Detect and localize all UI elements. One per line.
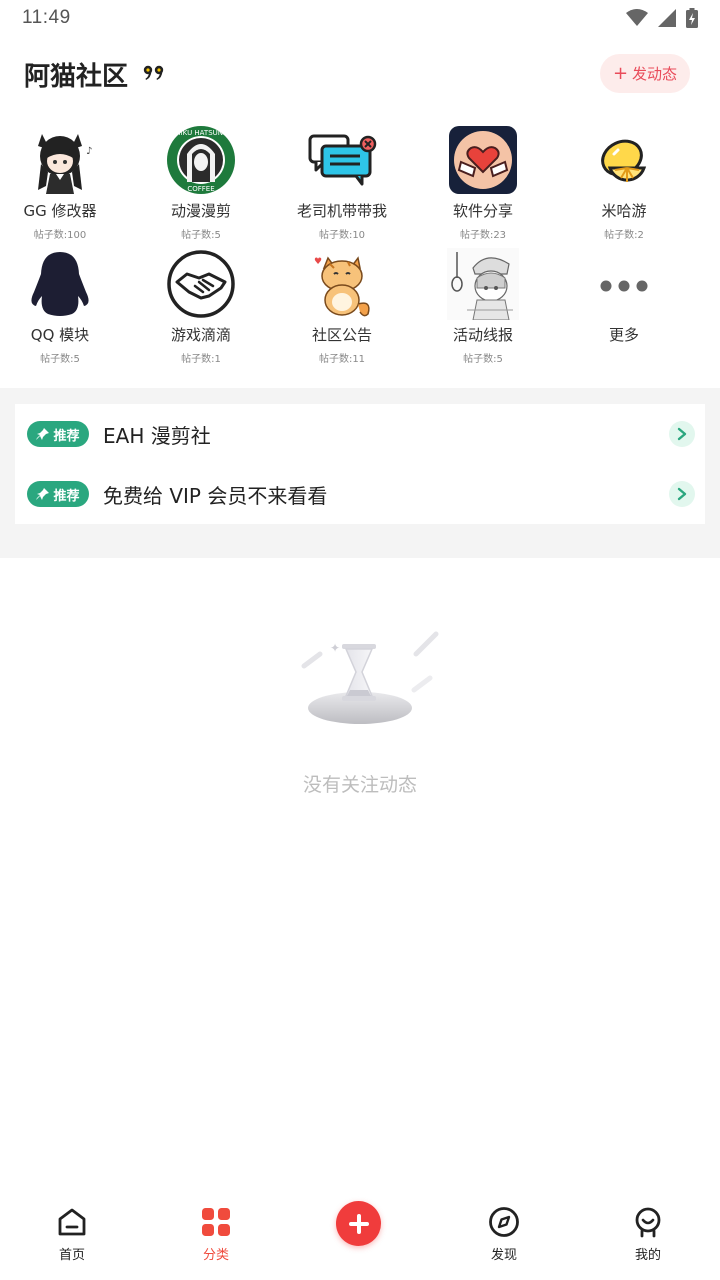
nav-profile[interactable]: 我的 [603,1206,693,1263]
category-name: QQ 模块 [30,326,90,344]
wifi-icon [626,9,648,26]
plus-icon [348,1213,369,1234]
compass-icon [489,1207,519,1237]
category-name: 米哈游 [601,202,647,220]
svg-text:♥: ♥ [314,257,322,267]
category-old-driver[interactable]: 老司机带带我 帖子数:10 [277,120,407,241]
penguin-icon [24,248,96,320]
status-time: 11:49 [22,7,71,28]
lemon-slice-icon [588,124,660,196]
category-announcements[interactable]: ♥ 社区公告 帖子数:11 [277,244,407,365]
category-post-count: 帖子数:100 [33,230,87,241]
category-post-count: 帖子数:23 [459,230,507,241]
nav-label: 分类 [202,1248,229,1263]
recommend-badge: 推荐 [27,481,89,507]
recommend-badge-label: 推荐 [53,488,80,504]
recommendation-title: 免费给 VIP 会员不来看看 [103,483,328,508]
category-post-count: 帖子数:2 [604,230,644,241]
handshake-icon [165,248,237,320]
quote-icon [143,65,164,80]
category-post-count: 帖子数:11 [318,354,366,365]
chevron-right-icon[interactable] [669,421,695,447]
category-post-count: 帖子数:5 [181,230,221,241]
category-post-count: 帖子数:1 [181,354,221,365]
page-title: 阿猫社区 [24,62,129,92]
category-post-count: 帖子数:5 [40,354,80,365]
category-post-count: 帖子数:10 [318,230,366,241]
svg-text:MIKU HATSUNE: MIKU HATSUNE [175,129,228,137]
category-grid-icon [202,1208,230,1236]
nav-category[interactable]: 分类 [171,1206,261,1263]
category-post-count: 帖子数:5 [463,354,503,365]
nav-label: 我的 [634,1248,661,1263]
svg-text:✦: ✦ [330,641,340,655]
nav-discover[interactable]: 发现 [459,1206,549,1263]
recommendation-item[interactable]: 推荐 免费给 VIP 会员不来看看 [15,464,705,524]
nav-home[interactable]: 首页 [27,1206,117,1263]
chat-bubbles-icon [306,124,378,196]
category-name: 软件分享 [452,202,513,220]
category-qq-module[interactable]: QQ 模块 帖子数:5 [0,244,125,365]
cellular-signal-icon [658,9,676,27]
category-name: 活动线报 [452,326,513,344]
category-software-share[interactable]: 软件分享 帖子数:23 [418,120,548,241]
coffee-badge-logo-icon: MIKU HATSUNE COFFEE [165,124,237,196]
nav-label: 首页 [58,1248,85,1263]
recommend-badge-label: 推荐 [53,428,80,444]
post-status-label: 发动态 [632,65,678,83]
pin-icon [36,428,50,440]
more-dots-icon [588,248,660,320]
bottom-navigation: 首页 分类 发现 我的 [0,1190,720,1280]
status-bar: 11:49 [0,0,720,36]
category-name: 更多 [608,326,639,344]
category-more[interactable]: 更多 [559,244,689,362]
category-name: GG 修改器 [23,202,97,220]
profile-icon [635,1207,661,1238]
home-icon [58,1208,86,1236]
category-game-didi[interactable]: 游戏滴滴 帖子数:1 [136,244,266,365]
post-status-button[interactable]: + 发动态 [600,54,690,93]
nav-label: 发现 [490,1248,517,1263]
category-name: 动漫漫剪 [170,202,231,220]
recommendation-title: EAH 漫剪社 [103,423,211,448]
plus-icon: + [612,62,629,84]
category-anime-edits[interactable]: MIKU HATSUNE COFFEE 动漫漫剪 帖子数:5 [136,120,266,241]
status-icons [626,8,698,28]
svg-text:♪: ♪ [86,146,92,157]
category-name: 老司机带带我 [296,202,387,220]
header: 阿猫社区 + 发动态 [0,50,720,98]
create-post-button[interactable] [336,1201,381,1246]
category-gg-modifier[interactable]: ♪ GG 修改器 帖子数:100 [0,120,125,241]
recommendation-list: 推荐 EAH 漫剪社 推荐 免费给 VIP 会员不来看看 [15,404,705,524]
hourglass-empty-illustration: ✦ [301,631,439,724]
category-event-news[interactable]: 活动线报 帖子数:5 [418,244,548,365]
recommend-badge: 推荐 [27,421,89,447]
category-name: 社区公告 [311,326,372,344]
category-name: 游戏滴滴 [170,326,231,344]
category-mihoyo[interactable]: 米哈游 帖子数:2 [559,120,689,241]
recommendation-item[interactable]: 推荐 EAH 漫剪社 [15,404,705,464]
pin-icon [36,488,50,500]
category-grid: ♪ GG 修改器 帖子数:100 MIKU HATSUNE COFFEE 动漫漫… [0,120,720,370]
battery-charging-icon [686,8,698,28]
anime-girl-avatar-icon: ♪ [24,124,96,196]
cat-sticker-icon: ♥ [306,248,378,320]
chevron-right-icon[interactable] [669,481,695,507]
empty-state-message: 没有关注动态 [302,774,417,796]
manga-sketch-icon [447,248,519,320]
heart-hands-icon [447,124,519,196]
svg-text:COFFEE: COFFEE [187,185,214,193]
